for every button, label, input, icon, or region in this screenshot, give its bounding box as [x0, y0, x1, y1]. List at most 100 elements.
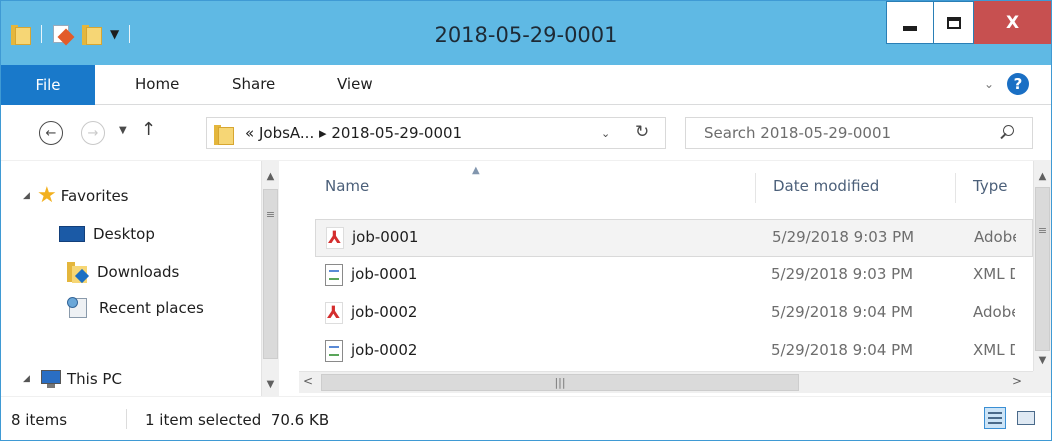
close-icon: X: [1005, 12, 1020, 33]
navigation-pane: ◢ ★ Favorites Desktop Downloads Recent p…: [1, 161, 279, 397]
customize-toolbar-icon[interactable]: ▼: [110, 27, 119, 41]
scrollbar-thumb[interactable]: ≡: [1035, 187, 1050, 351]
nav-item-favorites[interactable]: ◢ ★ Favorites: [23, 185, 129, 207]
status-bar: 8 items 1 item selected 70.6 KB: [1, 396, 1051, 440]
expand-ribbon-icon[interactable]: ⌄: [984, 77, 994, 91]
computer-icon: [37, 369, 61, 389]
xml-file-icon: [325, 340, 343, 362]
file-type: XML Document: [973, 265, 1015, 283]
folder-icon[interactable]: [11, 23, 31, 45]
nav-item-downloads[interactable]: Downloads: [67, 261, 180, 284]
breadcrumb-overflow[interactable]: «: [245, 124, 254, 142]
desktop-icon: [59, 226, 85, 242]
navigation-bar: ← → ▼ ↑ « JobsA... ▸ 2018-05-29-0001 ⌄ ↻…: [1, 105, 1051, 161]
scroll-right-icon[interactable]: >: [1012, 374, 1022, 388]
file-date-modified: 5/29/2018 9:03 PM: [772, 228, 915, 246]
pdf-file-icon: ⅄: [325, 302, 343, 324]
address-bar[interactable]: « JobsA... ▸ 2018-05-29-0001 ⌄ ↻: [206, 117, 666, 149]
breadcrumb[interactable]: « JobsA... ▸ 2018-05-29-0001: [245, 124, 462, 142]
up-button[interactable]: ↑: [141, 119, 156, 140]
toolbar-divider: [129, 25, 131, 43]
search-box[interactable]: Search 2018-05-29-0001: [685, 117, 1033, 149]
file-date-modified: 5/29/2018 9:03 PM: [771, 265, 914, 283]
tab-share[interactable]: Share: [232, 75, 275, 93]
expanded-arrow-icon[interactable]: ◢: [23, 374, 37, 384]
file-type: XML Document: [973, 341, 1015, 359]
column-header-name[interactable]: Name: [325, 177, 369, 195]
scrollbar-thumb[interactable]: ≡: [263, 189, 278, 359]
breadcrumb-item[interactable]: JobsA...: [259, 124, 314, 142]
expanded-arrow-icon[interactable]: ◢: [23, 191, 37, 201]
file-list: ▲ Name Date modified Type ⅄ job-0001 5/2…: [299, 161, 1051, 371]
scrollbar-corner: [1033, 371, 1051, 393]
scroll-down-icon[interactable]: ▼: [262, 375, 279, 393]
file-row[interactable]: job-0001 5/29/2018 9:03 PM XML Document: [315, 257, 1033, 295]
status-divider: [126, 409, 127, 429]
nav-item-recent-places[interactable]: Recent places: [67, 297, 204, 319]
nav-item-this-pc[interactable]: ◢ This PC: [23, 369, 122, 389]
breadcrumb-item[interactable]: 2018-05-29-0001: [331, 124, 462, 142]
minimize-button[interactable]: [886, 1, 934, 44]
recent-locations-icon[interactable]: ▼: [119, 125, 127, 136]
file-date-modified: 5/29/2018 9:04 PM: [771, 341, 914, 359]
properties-icon[interactable]: [52, 23, 75, 46]
file-type: Adobe: [973, 303, 1015, 321]
xml-file-icon: [325, 264, 343, 286]
folder-icon: [214, 123, 234, 145]
recent-places-icon: [67, 297, 89, 319]
scroll-down-icon[interactable]: ▼: [1034, 351, 1051, 369]
sort-ascending-icon: ▲: [472, 165, 480, 176]
forward-button[interactable]: →: [81, 121, 105, 145]
file-date-modified: 5/29/2018 9:04 PM: [771, 303, 914, 321]
help-icon[interactable]: ?: [1007, 73, 1029, 95]
breadcrumb-separator-icon[interactable]: ▸: [319, 124, 327, 142]
scrollbar-thumb[interactable]: |||: [321, 374, 799, 391]
file-list-vertical-scrollbar[interactable]: ▲ ≡ ▼: [1033, 161, 1051, 371]
column-divider[interactable]: [755, 173, 756, 203]
pdf-file-icon: ⅄: [326, 227, 344, 249]
file-row[interactable]: job-0002 5/29/2018 9:04 PM XML Document: [315, 333, 1033, 371]
nav-item-label: Desktop: [93, 225, 155, 243]
scroll-up-icon[interactable]: ▲: [1034, 167, 1051, 185]
address-history-icon[interactable]: ⌄: [601, 127, 610, 140]
downloads-folder-icon: [67, 261, 90, 284]
file-name: job-0001: [351, 265, 418, 283]
column-divider[interactable]: [955, 173, 956, 203]
tab-file[interactable]: File: [1, 65, 95, 105]
maximize-button[interactable]: [934, 1, 974, 44]
ribbon-tabs: File Home Share View ⌄ ?: [1, 65, 1051, 105]
file-type: Adobe: [974, 228, 1016, 246]
star-icon: ★: [37, 183, 57, 208]
quick-access-toolbar: ▼: [11, 19, 140, 49]
file-row[interactable]: ⅄ job-0001 5/29/2018 9:03 PM Adobe: [315, 219, 1033, 257]
file-row[interactable]: ⅄ job-0002 5/29/2018 9:04 PM Adobe: [315, 295, 1033, 333]
file-list-horizontal-scrollbar[interactable]: < ||| >: [299, 371, 1033, 393]
back-button[interactable]: ←: [39, 121, 63, 145]
item-count: 8 items: [11, 411, 68, 429]
search-icon[interactable]: [998, 123, 1016, 141]
scroll-up-icon[interactable]: ▲: [262, 167, 279, 185]
title-bar[interactable]: ▼ 2018-05-29-0001 X: [1, 1, 1051, 65]
nav-item-label: Favorites: [60, 187, 129, 205]
tab-view[interactable]: View: [337, 75, 373, 93]
maximize-icon: [946, 16, 961, 29]
new-folder-icon[interactable]: [82, 23, 102, 45]
large-icons-view-icon[interactable]: [1015, 407, 1037, 429]
refresh-icon[interactable]: ↻: [635, 122, 649, 142]
file-name: job-0002: [351, 303, 418, 321]
file-name: job-0001: [352, 228, 419, 246]
column-header-type[interactable]: Type: [973, 177, 1007, 195]
nav-item-label: This PC: [67, 370, 122, 388]
search-input[interactable]: Search 2018-05-29-0001: [704, 124, 891, 142]
nav-item-label: Recent places: [99, 299, 204, 317]
minimize-icon: [903, 26, 917, 31]
file-name: job-0002: [351, 341, 418, 359]
nav-item-label: Downloads: [97, 263, 180, 281]
close-button[interactable]: X: [974, 1, 1051, 44]
navigation-scrollbar[interactable]: ▲ ≡ ▼: [261, 161, 279, 397]
column-header-date-modified[interactable]: Date modified: [773, 177, 879, 195]
tab-home[interactable]: Home: [135, 75, 179, 93]
nav-item-desktop[interactable]: Desktop: [59, 225, 155, 243]
details-view-icon[interactable]: [984, 407, 1006, 429]
scroll-left-icon[interactable]: <: [303, 374, 313, 388]
